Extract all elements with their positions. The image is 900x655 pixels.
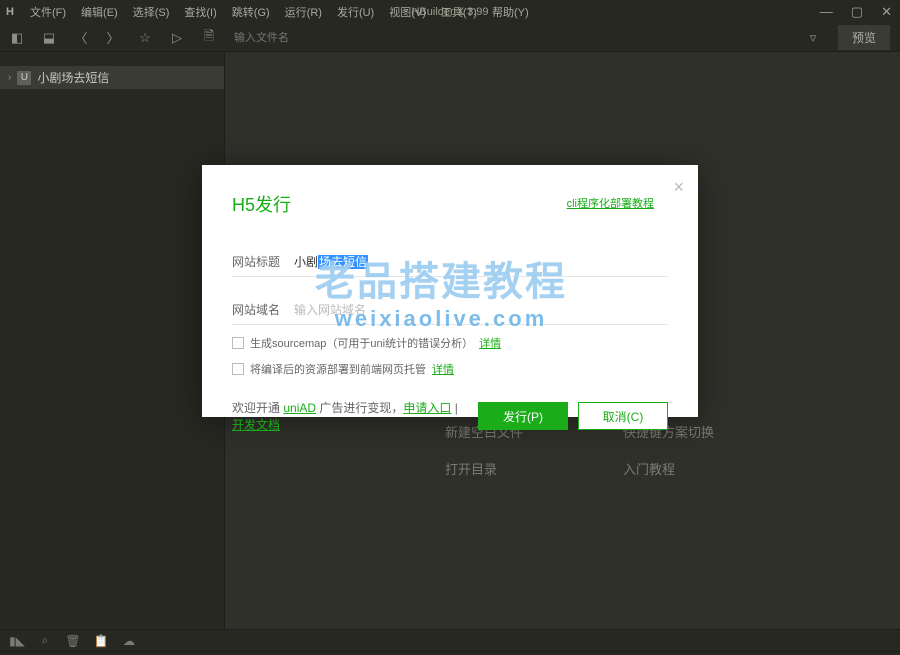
domain-label: 网站域名 [232, 301, 284, 318]
cancel-button[interactable]: 取消(C) [578, 402, 668, 430]
project-sidebar: › U 小剧场去短信 [0, 52, 225, 629]
menu-goto[interactable]: 跳转(G) [226, 2, 276, 22]
window-title: HBuilder X 3.99 [411, 6, 488, 18]
menu-select[interactable]: 选择(S) [127, 2, 176, 22]
nav-back-icon[interactable]: 〈 [74, 28, 88, 47]
menu-edit[interactable]: 编辑(E) [75, 2, 124, 22]
checkbox-icon[interactable] [232, 337, 244, 349]
start-open-dir[interactable]: 打开目录 [445, 459, 523, 478]
star-icon[interactable]: ☆ [138, 30, 152, 46]
site-title-label: 网站标题 [232, 253, 284, 270]
clipboard-icon[interactable]: 📋 [94, 634, 108, 648]
dialog-footer: 欢迎开通 uniAD 广告进行变现，申请入口 | 开发文档 发行(P) 取消(C… [232, 399, 668, 433]
panel-bottom-icon[interactable]: ⬓ [42, 30, 56, 46]
cli-tutorial-link[interactable]: cli程序化部署教程 [567, 195, 654, 211]
folder-icon[interactable]: ▮◣ [10, 634, 24, 648]
hosting-checkbox-row[interactable]: 将编译后的资源部署到前端网页托管 详情 [232, 361, 668, 377]
site-title-input[interactable]: 小剧场去短信 [294, 253, 668, 270]
uniad-link[interactable]: uniAD [283, 401, 316, 415]
menu-file[interactable]: 文件(F) [24, 2, 72, 22]
hosting-label: 将编译后的资源部署到前端网页托管 [250, 361, 426, 377]
footer-text-b: 广告进行变现， [316, 401, 403, 415]
menu-publish[interactable]: 发行(U) [331, 2, 380, 22]
uni-project-icon: U [17, 71, 31, 85]
footer-text-a: 欢迎开通 [232, 401, 283, 415]
doc-link[interactable]: 开发文档 [232, 418, 280, 432]
file-search-input[interactable] [234, 32, 374, 44]
publish-button[interactable]: 发行(P) [478, 402, 568, 430]
site-title-selection: 场去短信 [318, 255, 368, 269]
menu-help[interactable]: 帮助(Y) [486, 2, 535, 22]
start-tutorial[interactable]: 入门教程 [623, 459, 714, 478]
sourcemap-label: 生成sourcemap（可用于uni统计的错误分析） [250, 335, 473, 351]
cloud-icon[interactable]: ☁ [122, 634, 136, 648]
project-root-item[interactable]: › U 小剧场去短信 [0, 66, 224, 89]
close-icon[interactable]: ✕ [881, 4, 892, 20]
apply-link[interactable]: 申请入口 [403, 401, 451, 415]
dialog-close-icon[interactable]: × [673, 177, 684, 198]
h5-publish-dialog: × H5发行 cli程序化部署教程 网站标题 小剧场去短信 网站域名 生成sou… [202, 165, 698, 417]
uniad-text: 欢迎开通 uniAD 广告进行变现，申请入口 | 开发文档 [232, 399, 468, 433]
play-icon[interactable]: ▷ [170, 30, 184, 46]
binoculars-icon[interactable]: ⌕ [38, 633, 52, 648]
menu-find[interactable]: 查找(I) [178, 2, 222, 22]
project-name: 小剧场去短信 [37, 69, 109, 86]
sourcemap-detail-link[interactable]: 详情 [479, 335, 501, 351]
domain-input[interactable] [294, 303, 668, 317]
site-title-text: 小剧 [294, 255, 318, 269]
checkbox-icon[interactable] [232, 363, 244, 375]
menu-run[interactable]: 运行(R) [279, 2, 328, 22]
preview-button[interactable]: 预览 [838, 25, 890, 50]
domain-row: 网站域名 [232, 295, 668, 325]
nav-forward-icon[interactable]: 〉 [106, 28, 120, 47]
hosting-detail-link[interactable]: 详情 [432, 361, 454, 377]
toolbar: ◧ ⬓ 〈 〉 ☆ ▷ 🗎 ▿ 预览 [0, 24, 900, 52]
file-search-icon[interactable]: 🗎 [202, 27, 216, 49]
trash-icon[interactable]: 🗑 [66, 634, 80, 648]
maximize-icon[interactable]: ▢ [851, 4, 863, 20]
chevron-right-icon: › [8, 72, 11, 83]
app-logo-icon: H [0, 6, 20, 18]
site-title-row: 网站标题 小剧场去短信 [232, 247, 668, 277]
minimize-icon[interactable]: ― [820, 4, 833, 20]
panel-left-icon[interactable]: ◧ [10, 30, 24, 46]
footer-sep: | [451, 401, 457, 415]
filter-icon[interactable]: ▿ [806, 30, 820, 46]
sourcemap-checkbox-row[interactable]: 生成sourcemap（可用于uni统计的错误分析） 详情 [232, 335, 668, 351]
bottom-iconbar: ▮◣ ⌕ 🗑 📋 ☁ [0, 629, 900, 651]
titlebar: H 文件(F) 编辑(E) 选择(S) 查找(I) 跳转(G) 运行(R) 发行… [0, 0, 900, 24]
statusbar: 447438209@qq.com ⇥ ▣ ⬇ 🔔 [0, 651, 900, 655]
